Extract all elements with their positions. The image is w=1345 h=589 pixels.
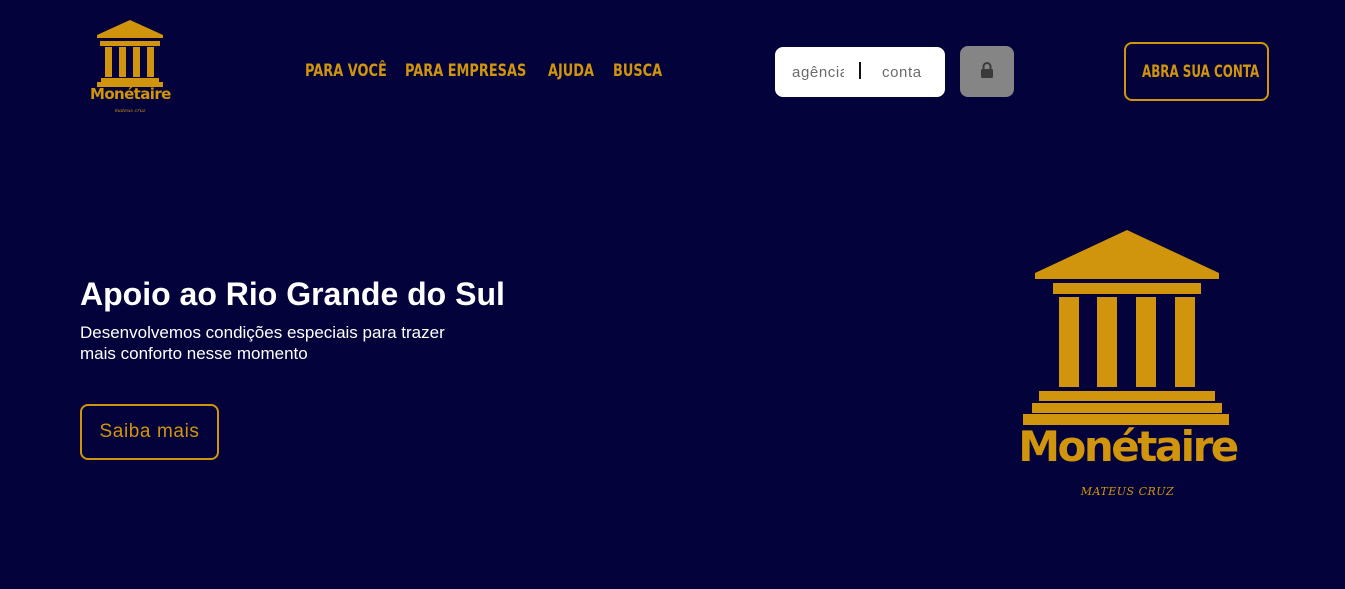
conta-input[interactable] (882, 59, 934, 85)
lock-icon (981, 62, 993, 78)
hero-logo-signature: MATEUS CRUZ (1080, 485, 1175, 498)
nav-link-busca[interactable]: BUSCA (613, 58, 662, 84)
temple-icon (1023, 230, 1229, 425)
hero-logo: Monétaire MATEUS CRUZ (1015, 228, 1240, 508)
nav-link-ajuda[interactable]: AJUDA (548, 58, 594, 84)
nav-link-para-empresas[interactable]: PARA EMPRESAS (405, 58, 526, 84)
logo-signature: mateus cruz (114, 108, 146, 114)
logo-brand-text: Monétaire (90, 85, 171, 103)
saiba-mais-label: Saiba mais (99, 421, 200, 442)
header-logo[interactable]: Monétaire mateus cruz (90, 20, 171, 120)
hero-title: Apoio ao Rio Grande do Sul (80, 276, 505, 312)
hero-logo-brand: Monétaire (1018, 422, 1239, 471)
input-separator (859, 62, 861, 79)
login-form (775, 47, 945, 97)
login-submit-button[interactable] (960, 46, 1014, 97)
open-account-label: ABRA SUA CONTA (1142, 62, 1260, 82)
hero-subtitle: Desenvolvemos condições especiais para t… (80, 323, 445, 363)
nav-link-para-voce[interactable]: PARA VOCÊ (305, 58, 387, 84)
agencia-input[interactable] (792, 59, 844, 85)
open-account-button[interactable]: ABRA SUA CONTA (1124, 42, 1269, 101)
saiba-mais-button[interactable]: Saiba mais (80, 404, 219, 460)
temple-icon (97, 20, 163, 87)
